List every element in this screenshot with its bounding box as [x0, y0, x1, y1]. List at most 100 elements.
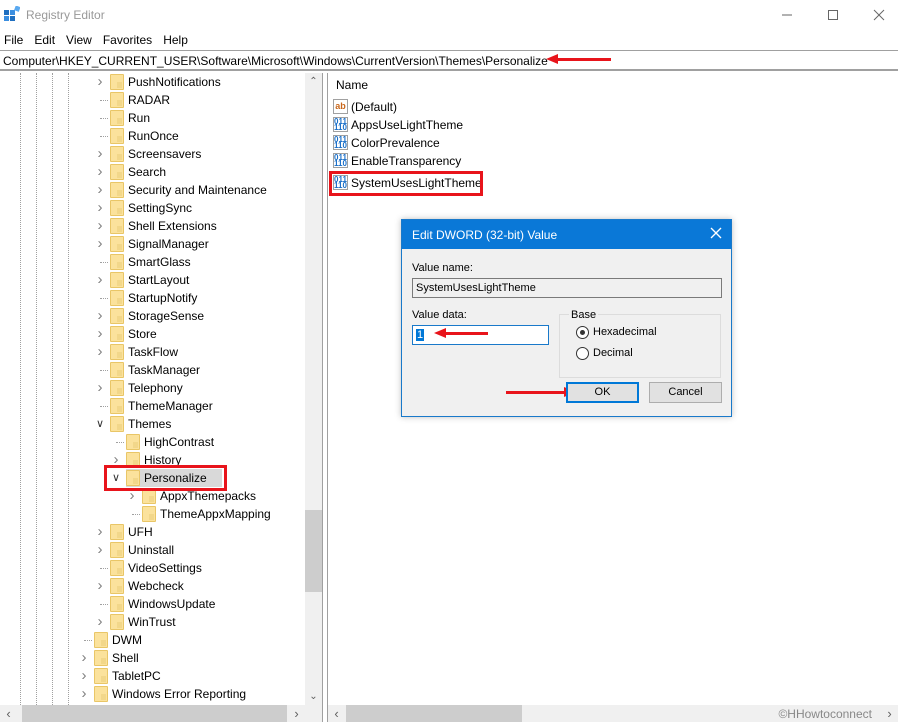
annotation-highlight-personalize [104, 465, 227, 491]
ok-button[interactable]: OK [566, 382, 639, 403]
tree-item[interactable]: StartupNotify [0, 289, 305, 307]
tree-item[interactable]: ThemeAppxMapping [0, 505, 305, 523]
tree-connector [100, 370, 108, 371]
chevron-right-icon[interactable]: › [94, 307, 106, 325]
menu-file[interactable]: File [0, 31, 29, 49]
menu-view[interactable]: View [61, 31, 98, 49]
base-groupbox: Base Hexadecimal Decimal [559, 309, 721, 378]
scroll-left-icon[interactable]: ‹ [328, 705, 345, 722]
dialog-title-bar: Edit DWORD (32-bit) Value [402, 220, 731, 249]
tree-item[interactable]: › Shell Extensions [0, 217, 305, 235]
scroll-corner [305, 705, 322, 722]
value-name: ColorPrevalence [351, 136, 440, 150]
menu-edit[interactable]: Edit [29, 31, 61, 49]
tree-item[interactable]: › Search [0, 163, 305, 181]
chevron-right-icon[interactable]: › [78, 667, 90, 685]
tree-horizontal-scrollbar[interactable]: ‹ › [0, 705, 305, 722]
tree-item[interactable]: › PushNotifications [0, 73, 305, 91]
tree-item[interactable]: DWM [0, 631, 305, 649]
tree-item[interactable]: › WinTrust [0, 613, 305, 631]
close-button[interactable] [856, 0, 898, 30]
tree-item[interactable]: › Store [0, 325, 305, 343]
tree-item[interactable]: › Windows Error Reporting [0, 685, 305, 703]
folder-icon [110, 344, 124, 360]
tree-item-label: ThemeManager [128, 399, 213, 413]
chevron-right-icon[interactable]: › [94, 271, 106, 289]
close-icon [710, 227, 722, 239]
tree-item[interactable]: › StorageSense [0, 307, 305, 325]
tree-item[interactable]: › Screensavers [0, 145, 305, 163]
tree-item[interactable]: › Shell [0, 649, 305, 667]
radio-hexadecimal[interactable] [576, 326, 589, 339]
annotation-arrow-ok [506, 387, 576, 397]
radio-decimal[interactable] [576, 347, 589, 360]
chevron-right-icon[interactable]: › [94, 613, 106, 631]
decimal-label[interactable]: Decimal [593, 347, 633, 359]
chevron-right-icon[interactable]: › [78, 649, 90, 667]
chevron-right-icon[interactable]: › [94, 199, 106, 217]
chevron-right-icon[interactable]: › [94, 73, 106, 91]
tree-item[interactable]: WindowsUpdate [0, 595, 305, 613]
tree-item[interactable]: › SignalManager [0, 235, 305, 253]
chevron-right-icon[interactable]: › [94, 235, 106, 253]
address-bar[interactable]: Computer\HKEY_CURRENT_USER\Software\Micr… [0, 50, 898, 71]
column-header-name[interactable]: Name [336, 78, 368, 92]
tree-item[interactable]: HighContrast [0, 433, 305, 451]
chevron-right-icon[interactable]: › [94, 541, 106, 559]
chevron-right-icon[interactable]: › [94, 181, 106, 199]
tree-item[interactable]: SmartGlass [0, 253, 305, 271]
cancel-button[interactable]: Cancel [649, 382, 722, 403]
tree-item[interactable]: › SettingSync [0, 199, 305, 217]
chevron-right-icon[interactable]: › [94, 343, 106, 361]
tree-item-label: Search [128, 165, 167, 179]
tree-item[interactable]: RunOnce [0, 127, 305, 145]
values-hscroll-thumb[interactable] [346, 705, 522, 722]
folder-icon [110, 290, 124, 306]
chevron-right-icon[interactable]: › [94, 145, 106, 163]
address-path[interactable]: Computer\HKEY_CURRENT_USER\Software\Micr… [3, 54, 548, 68]
value-data-input[interactable]: 1 [412, 325, 549, 345]
menu-favorites[interactable]: Favorites [98, 31, 158, 49]
chevron-right-icon[interactable]: › [94, 577, 106, 595]
chevron-right-icon[interactable]: › [94, 523, 106, 541]
maximize-button[interactable] [810, 0, 856, 30]
tree-item[interactable]: VideoSettings [0, 559, 305, 577]
tree-vertical-scrollbar[interactable]: ⌃ ⌄ [305, 73, 322, 705]
scroll-down-icon[interactable]: ⌄ [305, 688, 322, 705]
scroll-right-icon[interactable]: › [881, 705, 898, 722]
chevron-right-icon[interactable]: › [94, 217, 106, 235]
tree-item[interactable]: Run [0, 109, 305, 127]
tree-item-label: Security and Maintenance [128, 183, 267, 197]
chevron-right-icon[interactable]: › [94, 163, 106, 181]
tree-item[interactable]: › TaskFlow [0, 343, 305, 361]
tree-item[interactable]: › Webcheck [0, 577, 305, 595]
tree-item[interactable]: TaskManager [0, 361, 305, 379]
tree-item-label: VideoSettings [128, 561, 202, 575]
scroll-up-icon[interactable]: ⌃ [305, 73, 322, 90]
chevron-right-icon[interactable]: › [94, 325, 106, 343]
string-value-icon: ab [333, 99, 348, 114]
tree-item[interactable]: ThemeManager [0, 397, 305, 415]
chevron-right-icon[interactable]: › [78, 685, 90, 703]
chevron-right-icon[interactable]: › [94, 379, 106, 397]
tree-connector [116, 442, 124, 443]
tree-hscroll-thumb[interactable] [22, 705, 287, 722]
chevron-down-icon[interactable]: ∨ [94, 415, 106, 433]
tree-item[interactable]: RADAR [0, 91, 305, 109]
tree-item[interactable]: › TabletPC [0, 667, 305, 685]
dialog-close-button[interactable] [701, 220, 731, 249]
tree-item[interactable]: › Uninstall [0, 541, 305, 559]
tree-item[interactable]: › UFH [0, 523, 305, 541]
tree-item[interactable]: › Security and Maintenance [0, 181, 305, 199]
minimize-button[interactable] [764, 0, 810, 30]
tree-item[interactable]: › Telephony [0, 379, 305, 397]
tree-scroll-thumb[interactable] [305, 510, 322, 592]
scroll-right-icon[interactable]: › [288, 705, 305, 722]
edit-dword-dialog: Edit DWORD (32-bit) Value Value name: Sy… [401, 219, 732, 417]
tree-item[interactable]: › StartLayout [0, 271, 305, 289]
hexadecimal-label[interactable]: Hexadecimal [593, 326, 657, 338]
tree-item-label: Shell [112, 651, 139, 665]
scroll-left-icon[interactable]: ‹ [0, 705, 17, 722]
tree-item[interactable]: ∨ Themes [0, 415, 305, 433]
menu-help[interactable]: Help [158, 31, 194, 49]
